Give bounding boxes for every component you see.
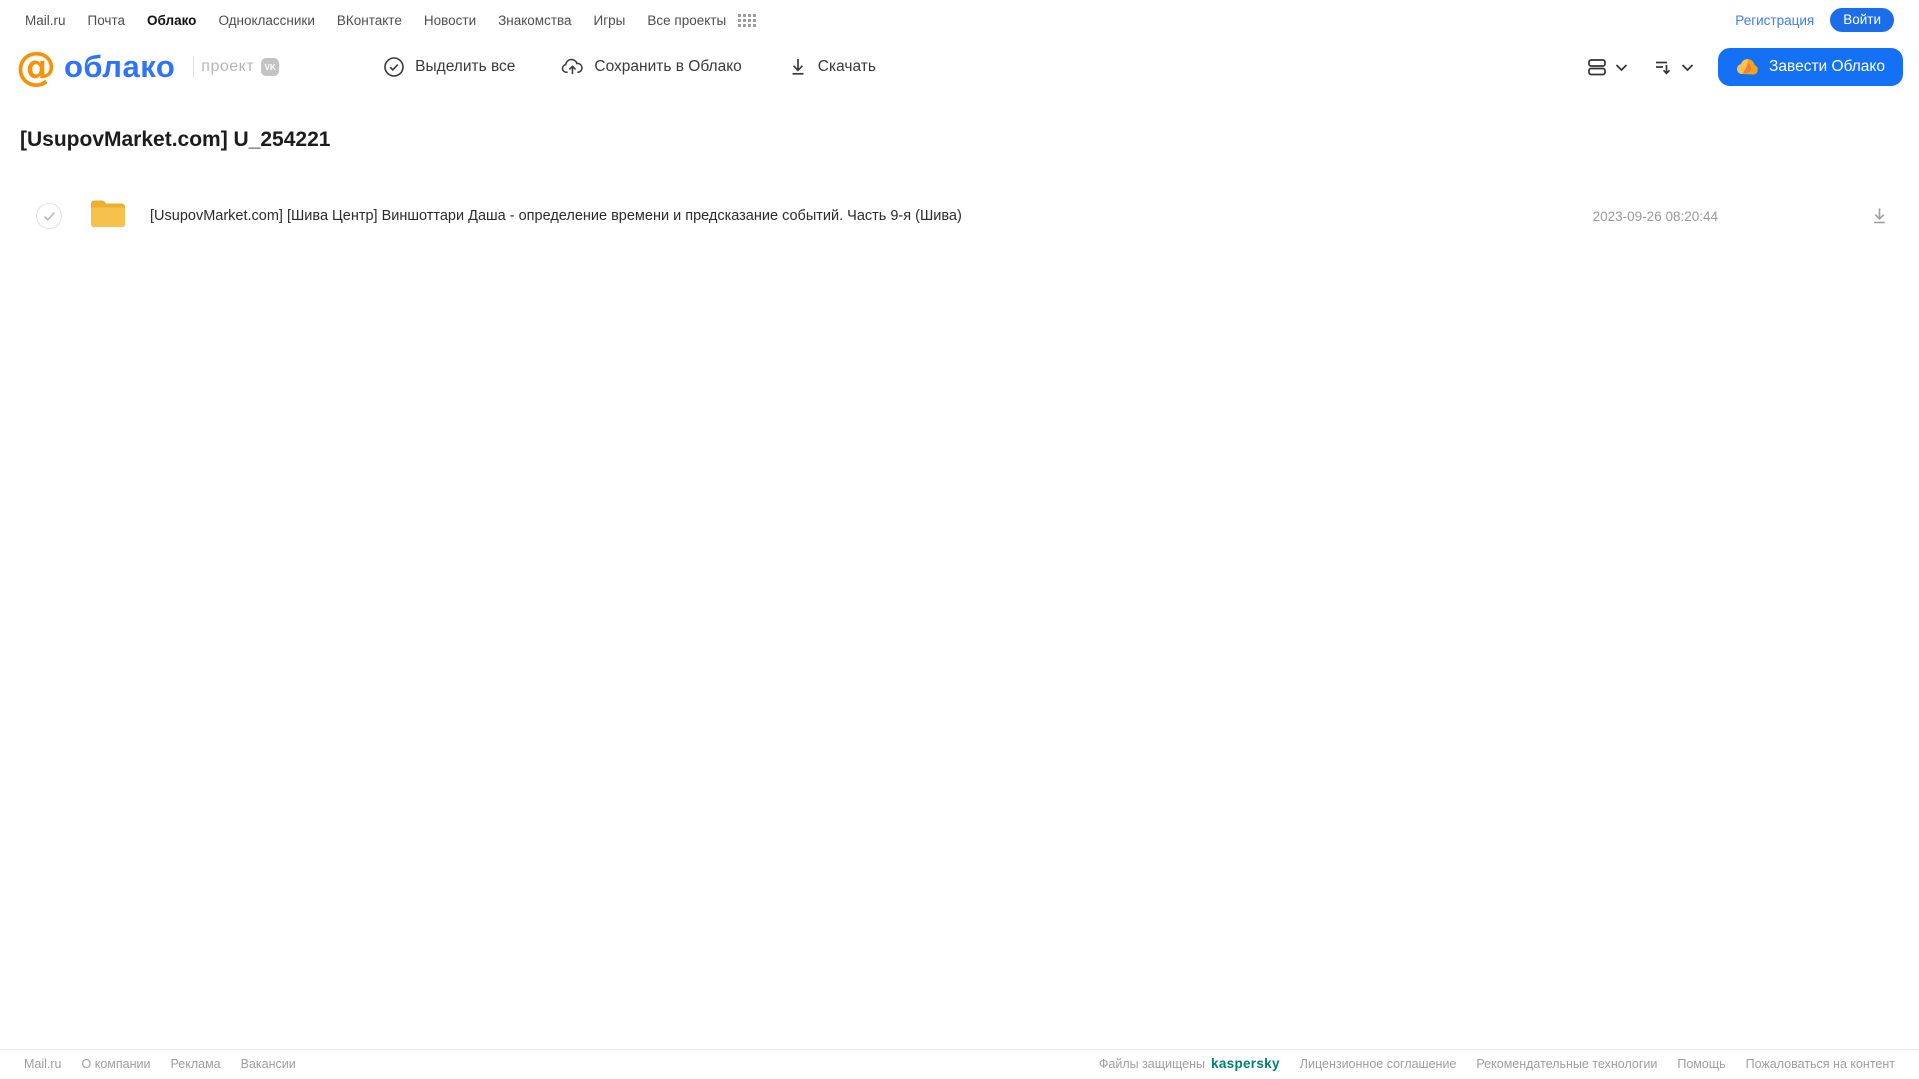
portal-link-dating[interactable]: Знакомства bbox=[498, 13, 571, 28]
chevron-down-icon bbox=[1681, 63, 1694, 72]
portal-link-mail[interactable]: Почта bbox=[88, 13, 126, 28]
portal-link-vkontakte[interactable]: ВКонтакте bbox=[337, 13, 402, 28]
registration-link[interactable]: Регистрация bbox=[1735, 13, 1814, 28]
portal-link-mailru[interactable]: Mail.ru bbox=[25, 13, 66, 28]
download-icon bbox=[788, 56, 808, 78]
vk-icon: VK bbox=[261, 58, 280, 76]
select-all-button[interactable]: Выделить все bbox=[383, 56, 515, 78]
chevron-down-icon bbox=[1615, 63, 1628, 72]
footer-link-report-content[interactable]: Пожаловаться на контент bbox=[1746, 1057, 1895, 1071]
cloud-upload-icon bbox=[561, 56, 584, 78]
sort-dropdown[interactable] bbox=[1652, 56, 1694, 78]
check-circle-icon bbox=[383, 56, 405, 78]
row-download-icon[interactable] bbox=[1870, 206, 1889, 226]
footer-left-links: Mail.ru О компании Реклама Вакансии bbox=[24, 1057, 296, 1071]
portal-nav: Mail.ru Почта Облако Одноклассники ВКонт… bbox=[0, 0, 1919, 38]
view-mode-dropdown[interactable] bbox=[1586, 56, 1628, 78]
portal-link-cloud[interactable]: Облако bbox=[147, 13, 196, 28]
protected-label: Файлы защищены bbox=[1098, 1056, 1206, 1071]
row-checkbox[interactable] bbox=[36, 203, 62, 229]
page-footer: Mail.ru О компании Реклама Вакансии Файл… bbox=[0, 1049, 1919, 1079]
list-view-icon bbox=[1586, 56, 1608, 78]
file-modified-date: 2023-09-26 08:20:44 bbox=[1592, 208, 1718, 224]
footer-right-links: Файлы защищены kaspersky Лицензионное со… bbox=[1099, 1056, 1895, 1071]
divider bbox=[193, 56, 195, 78]
footer-link-jobs[interactable]: Вакансии bbox=[241, 1057, 296, 1071]
footer-link-license[interactable]: Лицензионное соглашение bbox=[1300, 1057, 1457, 1071]
kaspersky-logo[interactable]: kaspersky bbox=[1211, 1056, 1280, 1071]
login-button[interactable]: Войти bbox=[1830, 8, 1894, 32]
save-to-cloud-label: Сохранить в Облако bbox=[594, 58, 742, 75]
portal-link-news[interactable]: Новости bbox=[424, 13, 476, 28]
cloud-logo[interactable]: @ облако проект VK bbox=[16, 44, 280, 90]
portal-nav-auth: Регистрация Войти bbox=[1735, 8, 1894, 32]
footer-link-ads[interactable]: Реклама bbox=[170, 1057, 220, 1071]
get-cloud-label: Завести Облако bbox=[1769, 58, 1885, 75]
page-title: [UsupovMarket.com] U_254221 bbox=[20, 128, 331, 151]
portal-nav-links: Mail.ru Почта Облако Одноклассники ВКонт… bbox=[25, 13, 757, 28]
save-to-cloud-button[interactable]: Сохранить в Облако bbox=[561, 56, 742, 78]
footer-link-about[interactable]: О компании bbox=[82, 1057, 151, 1071]
footer-link-help[interactable]: Помощь bbox=[1677, 1057, 1725, 1071]
download-button[interactable]: Скачать bbox=[788, 56, 876, 78]
all-projects-grid-icon[interactable] bbox=[738, 13, 757, 27]
logo-wordmark: облако bbox=[64, 49, 176, 84]
app-header: @ облако проект VK Выделить все Сохранит… bbox=[0, 38, 1919, 98]
vk-project-tag: проект VK bbox=[193, 56, 280, 78]
cloud-icon bbox=[1736, 58, 1760, 76]
view-controls: Завести Облако bbox=[1586, 48, 1903, 86]
footer-link-recommendation-tech[interactable]: Рекомендательные технологии bbox=[1476, 1057, 1657, 1071]
file-name-link[interactable]: [UsupovMarket.com] [Шива Центр] Виншотта… bbox=[150, 208, 1593, 224]
portal-link-games[interactable]: Игры bbox=[594, 13, 626, 28]
mailru-at-icon: @ bbox=[16, 44, 56, 90]
portal-link-all-projects[interactable]: Все проекты bbox=[647, 13, 726, 28]
file-toolbar: Выделить все Сохранить в Облако Скачать bbox=[383, 56, 876, 78]
select-all-label: Выделить все bbox=[415, 58, 516, 75]
footer-link-mailru[interactable]: Mail.ru bbox=[24, 1057, 62, 1071]
get-cloud-button[interactable]: Завести Облако bbox=[1718, 48, 1903, 86]
portal-link-odnoklassniki[interactable]: Одноклассники bbox=[218, 13, 314, 28]
kaspersky-protection: Файлы защищены kaspersky bbox=[1099, 1056, 1280, 1071]
download-label: Скачать bbox=[817, 58, 876, 75]
folder-icon bbox=[88, 197, 128, 236]
project-label: проект bbox=[201, 58, 255, 75]
file-list: [UsupovMarket.com] [Шива Центр] Виншотта… bbox=[0, 192, 1919, 240]
sort-icon bbox=[1652, 56, 1674, 78]
file-row[interactable]: [UsupovMarket.com] [Шива Центр] Виншотта… bbox=[0, 192, 1919, 240]
